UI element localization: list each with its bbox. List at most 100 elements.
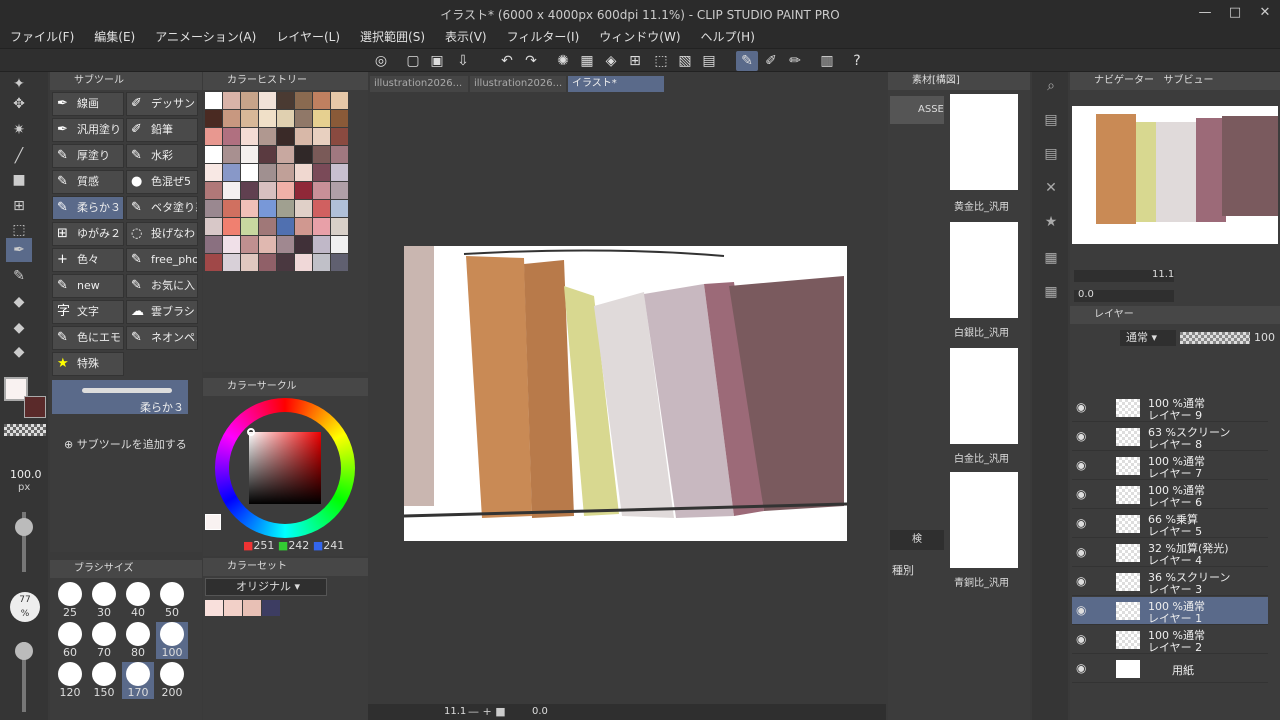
deselect-icon[interactable]: ⬚	[650, 51, 672, 71]
redo-icon[interactable]: ↷	[520, 51, 542, 71]
color-history-swatch[interactable]	[277, 254, 294, 271]
menu-filter[interactable]: フィルター(I)	[497, 26, 590, 48]
color-history-swatch[interactable]	[295, 218, 312, 235]
color-history-swatch[interactable]	[223, 182, 240, 199]
color-history-swatch[interactable]	[205, 128, 222, 145]
frame-tool-icon[interactable]: ⊞	[6, 194, 32, 218]
color-history-swatch[interactable]	[313, 182, 330, 199]
subtool-item[interactable]: ✎ベタ塗り系	[126, 196, 198, 220]
sub-color-swatch[interactable]	[24, 396, 46, 418]
drawing-canvas[interactable]	[403, 246, 848, 541]
layer-row[interactable]: ◉ 32 %加算(発光) レイヤー 4	[1072, 539, 1268, 567]
color-set-select[interactable]: オリジナル ▾	[205, 578, 327, 596]
color-history-swatch[interactable]	[241, 254, 258, 271]
color-set-swatch[interactable]	[224, 600, 242, 616]
tablet-icon[interactable]: ▥	[816, 51, 838, 71]
snap-special-ruler-icon[interactable]: ✐	[760, 51, 782, 71]
subtool-item[interactable]: ● 色混ぜ5	[126, 170, 198, 194]
color-history-swatch[interactable]	[223, 218, 240, 235]
color-history-swatch[interactable]	[295, 182, 312, 199]
color-history-swatch[interactable]	[205, 146, 222, 163]
panel-icon[interactable]: ▤	[1040, 146, 1062, 168]
snap-grid-icon[interactable]: ✏	[784, 51, 806, 71]
eye-icon[interactable]: ◉	[1076, 487, 1086, 501]
tab-illustration-2[interactable]: illustration2026...	[470, 76, 566, 92]
search-icon[interactable]: ⌕	[1040, 78, 1062, 100]
new-file-icon[interactable]: ▢	[402, 51, 424, 71]
eye-icon[interactable]: ◉	[1076, 545, 1086, 559]
color-history-swatch[interactable]	[331, 218, 348, 235]
material-search[interactable]: 検	[890, 530, 944, 550]
color-history-swatch[interactable]	[259, 236, 276, 253]
add-subtool-button[interactable]: ⊕ サブツールを追加する	[64, 436, 187, 452]
eye-icon[interactable]: ◉	[1076, 400, 1086, 414]
color-history-swatch[interactable]	[205, 254, 222, 271]
color-history-swatch[interactable]	[223, 128, 240, 145]
navigator-preview[interactable]	[1072, 106, 1278, 244]
subtool-item[interactable]: ✎ネオンペン	[126, 326, 198, 350]
brush-size-option[interactable]: 150	[88, 662, 120, 699]
color-history-swatch[interactable]	[313, 110, 330, 127]
subtool-item[interactable]: ⊞ ゆがみ２	[52, 222, 124, 246]
assets-button[interactable]: ASSE	[890, 96, 944, 124]
layer-row[interactable]: ◉ 36 %スクリーン レイヤー 3	[1072, 568, 1268, 596]
color-picker-cursor[interactable]	[247, 428, 255, 436]
saturation-square[interactable]	[249, 432, 321, 504]
menu-view[interactable]: 表示(V)	[435, 26, 497, 48]
menu-edit[interactable]: 編集(E)	[84, 26, 145, 48]
subtool-item[interactable]: ✎ 質感	[52, 170, 124, 194]
gradient-tool-icon[interactable]: ◆	[6, 340, 32, 364]
color-history-swatch[interactable]	[205, 110, 222, 127]
color-history-swatch[interactable]	[223, 236, 240, 253]
layer-row[interactable]: ◉ 用紙	[1072, 655, 1268, 683]
clip-studio-icon[interactable]: ◎	[370, 51, 392, 71]
eye-icon[interactable]: ◉	[1076, 429, 1086, 443]
color-history-swatch[interactable]	[241, 236, 258, 253]
color-history-swatch[interactable]	[331, 128, 348, 145]
subtool-item[interactable]: 字文字	[52, 300, 124, 324]
color-history-swatch[interactable]	[295, 236, 312, 253]
color-history-swatch[interactable]	[331, 92, 348, 109]
color-history-swatch[interactable]	[313, 236, 330, 253]
eye-icon[interactable]: ◉	[1076, 603, 1086, 617]
subtool-item[interactable]: ✎ 厚塗り	[52, 144, 124, 168]
menu-window[interactable]: ウィンドウ(W)	[589, 26, 690, 48]
color-history-swatch[interactable]	[241, 92, 258, 109]
blend-tool-icon[interactable]: ◆	[6, 316, 32, 340]
color-history-swatch[interactable]	[331, 254, 348, 271]
color-history-swatch[interactable]	[259, 200, 276, 217]
color-history-swatch[interactable]	[295, 200, 312, 217]
color-history-swatch[interactable]	[313, 164, 330, 181]
brush-size-option[interactable]: 25	[54, 582, 86, 619]
panel-icon[interactable]: ▦	[1040, 250, 1062, 272]
color-history-swatch[interactable]	[223, 110, 240, 127]
color-history-swatch[interactable]	[331, 110, 348, 127]
eye-icon[interactable]: ◉	[1076, 661, 1086, 675]
panel-icon[interactable]: ▤	[1040, 112, 1062, 134]
color-history-swatch[interactable]	[277, 164, 294, 181]
color-history-swatch[interactable]	[295, 254, 312, 271]
eye-icon[interactable]: ◉	[1076, 516, 1086, 530]
subtool-item[interactable]: ✒ 汎用塗り	[52, 118, 124, 142]
color-history-swatch[interactable]	[259, 128, 276, 145]
color-history-swatch[interactable]	[331, 146, 348, 163]
panel-icon[interactable]: ▦	[1040, 284, 1062, 306]
color-history-swatch[interactable]	[223, 164, 240, 181]
color-history-swatch[interactable]	[241, 146, 258, 163]
invert-selection-icon[interactable]: ▤	[698, 51, 720, 71]
color-history-swatch[interactable]	[205, 236, 222, 253]
snap-ruler-icon[interactable]: ✎	[736, 51, 758, 71]
brush-size-option[interactable]: 50	[156, 582, 188, 619]
color-history-swatch[interactable]	[295, 92, 312, 109]
color-history-swatch[interactable]	[277, 200, 294, 217]
color-history-swatch[interactable]	[259, 254, 276, 271]
opacity-dial[interactable]: 77%	[10, 592, 40, 622]
color-history-swatch[interactable]	[331, 236, 348, 253]
fill-tool-icon[interactable]: ■	[6, 168, 32, 192]
color-history-swatch[interactable]	[277, 218, 294, 235]
color-history-swatch[interactable]	[241, 182, 258, 199]
color-history-swatch[interactable]	[277, 128, 294, 145]
eraser-tool-icon[interactable]: ◆	[6, 290, 32, 314]
subtool-item[interactable]: ✎ 水彩	[126, 144, 198, 168]
color-history-swatch[interactable]	[295, 146, 312, 163]
